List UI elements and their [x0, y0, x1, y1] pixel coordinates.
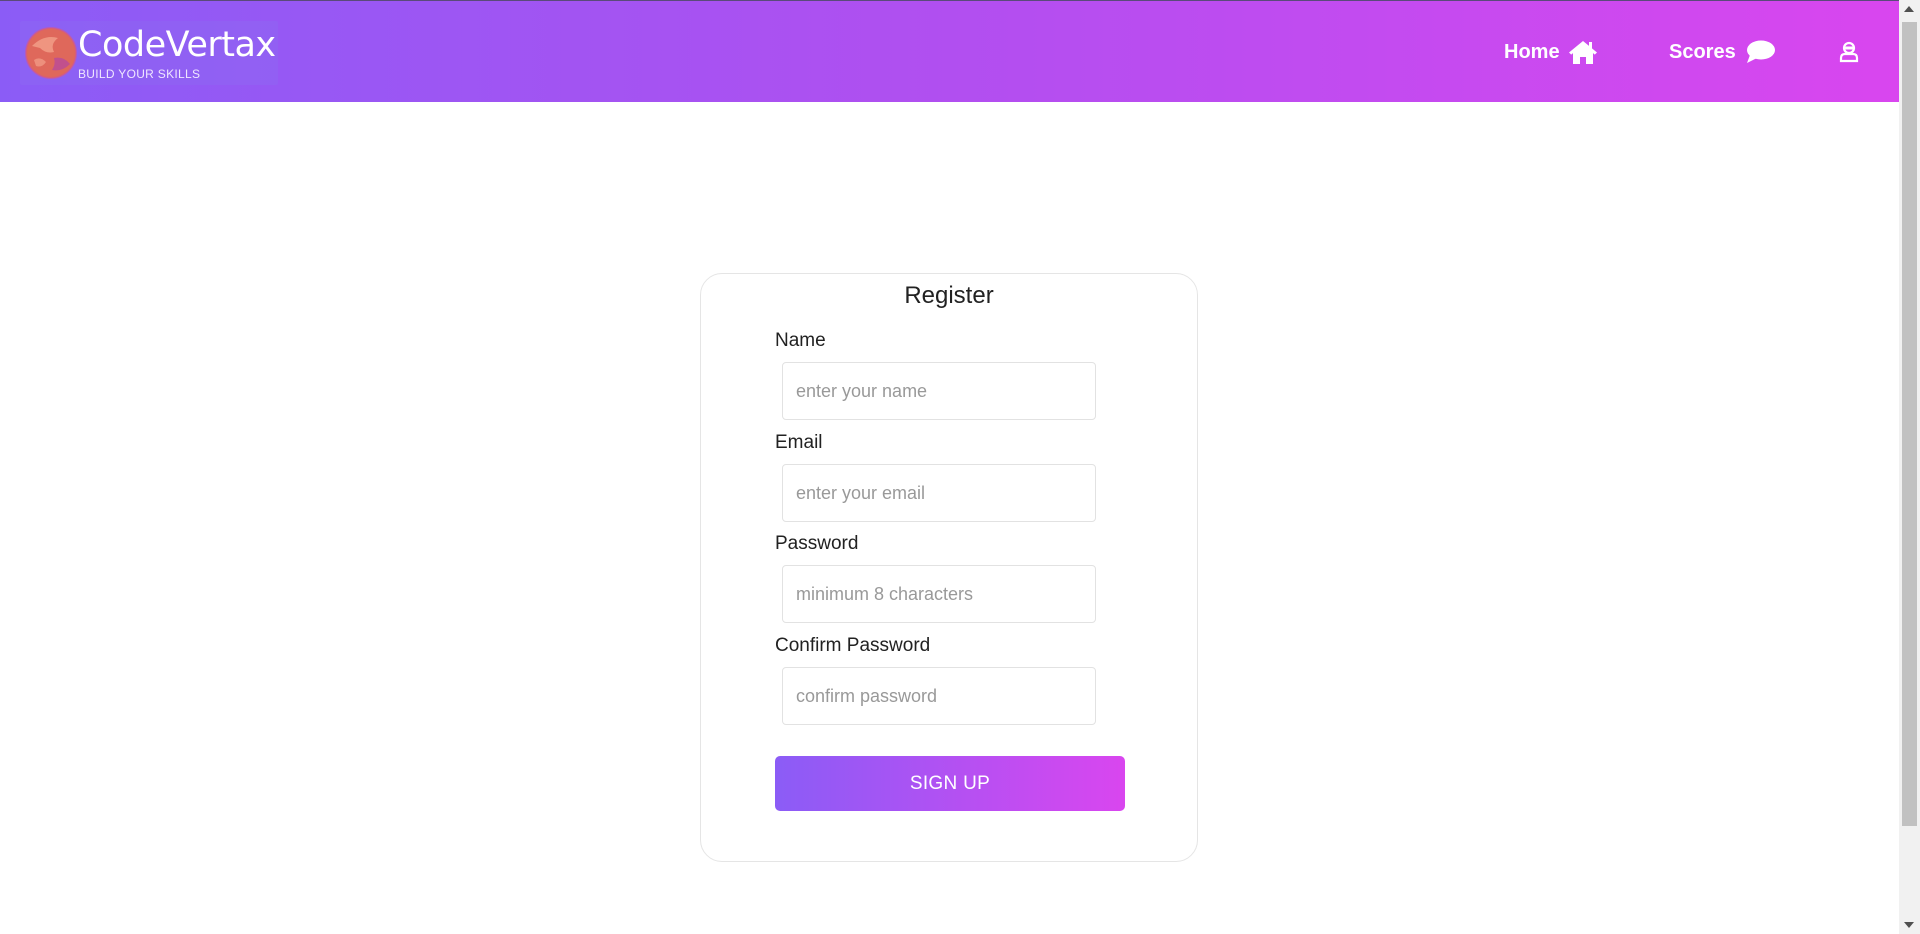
scrollbar-thumb[interactable]: [1902, 22, 1917, 826]
confirm-password-input[interactable]: [782, 667, 1096, 725]
scroll-up-arrow-icon[interactable]: [1904, 6, 1914, 12]
name-label: Name: [775, 330, 826, 351]
sign-up-button[interactable]: SIGN UP: [775, 756, 1125, 811]
nav-home-label: Home: [1504, 40, 1560, 63]
name-input[interactable]: [782, 362, 1096, 420]
password-label: Password: [775, 533, 859, 554]
vertical-scrollbar[interactable]: [1899, 0, 1920, 934]
logo-title: CodeVertax: [78, 25, 276, 65]
scroll-down-arrow-icon[interactable]: [1904, 922, 1914, 928]
user-icon: [1839, 41, 1859, 63]
logo-tagline: BUILD YOUR SKILLS: [78, 67, 201, 81]
brand-logo[interactable]: CodeVertax BUILD YOUR SKILLS: [20, 21, 278, 85]
register-title: Register: [904, 282, 994, 309]
chat-bubble-icon: [1746, 40, 1775, 63]
logo-globe-icon: [25, 27, 77, 79]
home-icon: [1568, 41, 1597, 64]
page: CodeVertax BUILD YOUR SKILLS Home Scores: [0, 0, 1920, 934]
nav-home-link[interactable]: Home: [1504, 39, 1598, 65]
email-input[interactable]: [782, 464, 1096, 522]
confirm-password-label: Confirm Password: [775, 635, 931, 656]
nav-scores-label: Scores: [1669, 40, 1736, 63]
email-label: Email: [775, 432, 823, 453]
top-navbar: CodeVertax BUILD YOUR SKILLS Home Scores: [0, 0, 1899, 102]
nav-scores-link[interactable]: Scores: [1669, 39, 1776, 65]
nav-user-button[interactable]: [1838, 41, 1860, 63]
register-card: Register Name Email Password Confirm Pas…: [700, 273, 1198, 862]
password-input[interactable]: [782, 565, 1096, 623]
